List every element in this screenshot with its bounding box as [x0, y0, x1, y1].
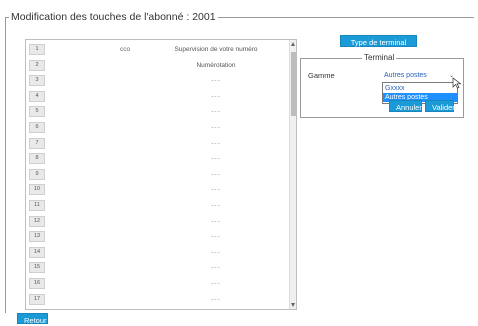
key-function-cell[interactable]: --- — [154, 260, 278, 275]
key-function-cell[interactable]: --- — [154, 151, 278, 166]
gamme-select[interactable]: Autres postes ⌄ — [382, 71, 456, 81]
table-row: 3 --- — [26, 73, 288, 88]
table-row: 4 --- — [26, 89, 288, 104]
table-row: 8 --- — [26, 151, 288, 166]
column-header-supervision: Supervision de votre numéro — [174, 46, 258, 53]
key-button[interactable]: 17 — [29, 293, 45, 305]
key-button[interactable]: 15 — [29, 262, 45, 274]
key-function-cell[interactable]: --- — [154, 167, 278, 182]
table-row: 10 --- — [26, 182, 288, 197]
key-function-cell[interactable]: --- — [154, 73, 278, 88]
key-button[interactable]: 6 — [29, 122, 45, 133]
key-function-cell[interactable]: --- — [154, 136, 278, 151]
keys-table: 1 cco Supervision de votre numéro 2 Numérota… — [25, 39, 297, 310]
key-button[interactable]: 1 — [29, 44, 45, 55]
table-row: 15 --- — [26, 260, 288, 275]
key-function-cell[interactable]: --- — [154, 182, 278, 197]
table-row: 1 cco Supervision de votre numéro — [26, 42, 288, 57]
table-row: 11 --- — [26, 198, 288, 213]
key-button[interactable]: 14 — [29, 246, 45, 258]
key-function-cell[interactable]: --- — [154, 214, 278, 229]
key-button[interactable]: 9 — [29, 168, 45, 180]
scroll-up-icon[interactable] — [291, 42, 295, 46]
table-row: 14 --- — [26, 245, 288, 260]
table-row: 17 --- — [26, 292, 288, 307]
key-button[interactable]: 3 — [29, 75, 45, 87]
scroll-down-icon[interactable] — [291, 303, 295, 307]
column-header-cco: cco — [119, 46, 131, 53]
table-row: 7 --- — [26, 136, 288, 151]
table-row: 6 --- — [26, 120, 288, 135]
table-row: 16 --- — [26, 276, 288, 291]
table-row: 2 Numérotation — [26, 58, 288, 73]
table-row: 9 --- — [26, 167, 288, 182]
key-function-cell[interactable]: --- — [154, 104, 278, 119]
keys-scrollbar[interactable] — [289, 40, 296, 309]
key-function-cell[interactable]: --- — [154, 229, 278, 244]
back-button[interactable]: Retour — [17, 313, 48, 325]
key-button[interactable]: 16 — [29, 278, 45, 289]
table-row: 5 --- — [26, 104, 288, 119]
mouse-pointer-icon — [452, 77, 462, 89]
key-button[interactable]: 11 — [29, 200, 45, 211]
terminal-legend: Terminal — [362, 52, 397, 64]
table-row: 12 --- — [26, 214, 288, 229]
key-button[interactable]: 10 — [29, 184, 45, 196]
key-button[interactable]: 13 — [29, 231, 45, 243]
key-function-cell[interactable]: --- — [154, 198, 278, 213]
gamme-label: Gamme — [308, 71, 335, 80]
key-function-cell[interactable]: --- — [154, 245, 278, 260]
key-button[interactable]: 5 — [29, 106, 45, 118]
type-terminal-button[interactable]: Type de terminal — [340, 35, 417, 47]
scroll-thumb[interactable] — [291, 52, 296, 116]
table-row: 13 --- — [26, 229, 288, 244]
key-button[interactable]: 8 — [29, 153, 45, 165]
key-button[interactable]: 2 — [29, 59, 45, 71]
key-function-cell[interactable]: --- — [154, 292, 278, 307]
key-function-cell[interactable]: --- — [154, 276, 278, 291]
gamme-select-value: Autres postes — [384, 72, 427, 79]
gamme-option-gxxxx[interactable]: Gxxxx — [383, 84, 457, 93]
key-function-cell[interactable]: --- — [154, 120, 278, 135]
cancel-button[interactable]: Annuler — [389, 100, 422, 112]
validate-button[interactable]: Valider — [425, 100, 455, 112]
page-title: Modification des touches de l'abonné : 2… — [9, 10, 218, 24]
key-button[interactable]: 4 — [29, 90, 45, 102]
key-function-cell[interactable]: Numérotation — [154, 58, 278, 73]
key-button[interactable]: 7 — [29, 137, 45, 149]
key-function-cell[interactable]: --- — [154, 89, 278, 104]
key-button[interactable]: 12 — [29, 215, 45, 227]
